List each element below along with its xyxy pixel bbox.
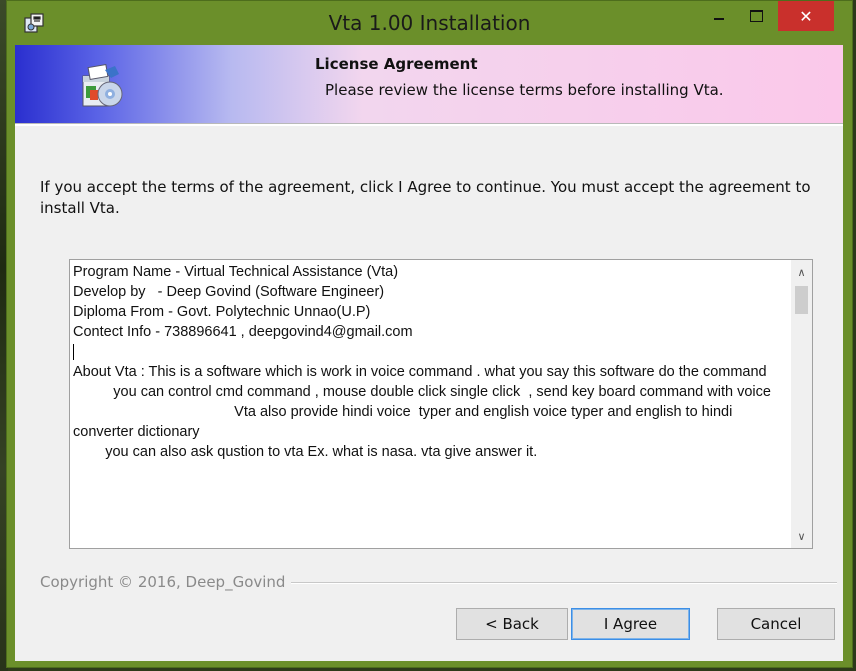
i-agree-button[interactable]: I Agree [571, 608, 690, 640]
license-line: you can also ask qustion to vta Ex. what… [73, 444, 538, 460]
header-subtitle: Please review the license terms before i… [325, 81, 724, 99]
license-line: Program Name - Virtual Technical Assista… [73, 264, 399, 280]
license-line: About Vta : This is a software which is … [73, 364, 767, 380]
installer-window: Vta 1.00 Installation ✕ License Agreemen… [6, 0, 853, 668]
text-caret [73, 344, 74, 361]
license-line: Diploma From - Govt. Polytechnic Unnao(U… [73, 304, 371, 320]
cancel-button[interactable]: Cancel [717, 608, 835, 640]
license-line: Develop by - Deep Govind (Software Engin… [73, 284, 385, 300]
scroll-up-icon[interactable]: ∧ [791, 262, 812, 282]
license-textbox[interactable]: Program Name - Virtual Technical Assista… [69, 259, 813, 549]
minimize-icon [714, 18, 724, 20]
license-line: you can control cmd command , mouse doub… [73, 384, 771, 400]
scrollbar-thumb[interactable] [795, 286, 808, 314]
header-title: License Agreement [315, 55, 478, 73]
title-bar[interactable]: Vta 1.00 Installation ✕ [7, 1, 852, 45]
setup-package-icon [82, 63, 123, 107]
dialog-body: License Agreement Please review the lice… [15, 45, 843, 661]
license-text[interactable]: Program Name - Virtual Technical Assista… [73, 262, 785, 462]
license-line: Contect Info - 738896641 , deepgovind4@g… [73, 324, 413, 340]
license-scrollbar[interactable]: ∧ ∨ [791, 260, 812, 548]
close-button[interactable]: ✕ [778, 1, 834, 31]
close-icon: ✕ [799, 6, 813, 26]
copyright-text: Copyright © 2016, Deep_Govind [40, 573, 292, 591]
scroll-down-icon[interactable]: ∨ [791, 526, 812, 546]
header-divider [15, 123, 843, 126]
maximize-icon [749, 10, 763, 22]
page-header: License Agreement Please review the lice… [15, 45, 843, 123]
back-button[interactable]: < Back [456, 608, 568, 640]
license-line: Vta also provide hindi voice typer and e… [73, 404, 737, 440]
license-line-caret [73, 342, 785, 362]
minimize-button[interactable] [703, 1, 735, 31]
intro-text: If you accept the terms of the agreement… [40, 178, 811, 217]
maximize-button[interactable] [740, 1, 772, 31]
